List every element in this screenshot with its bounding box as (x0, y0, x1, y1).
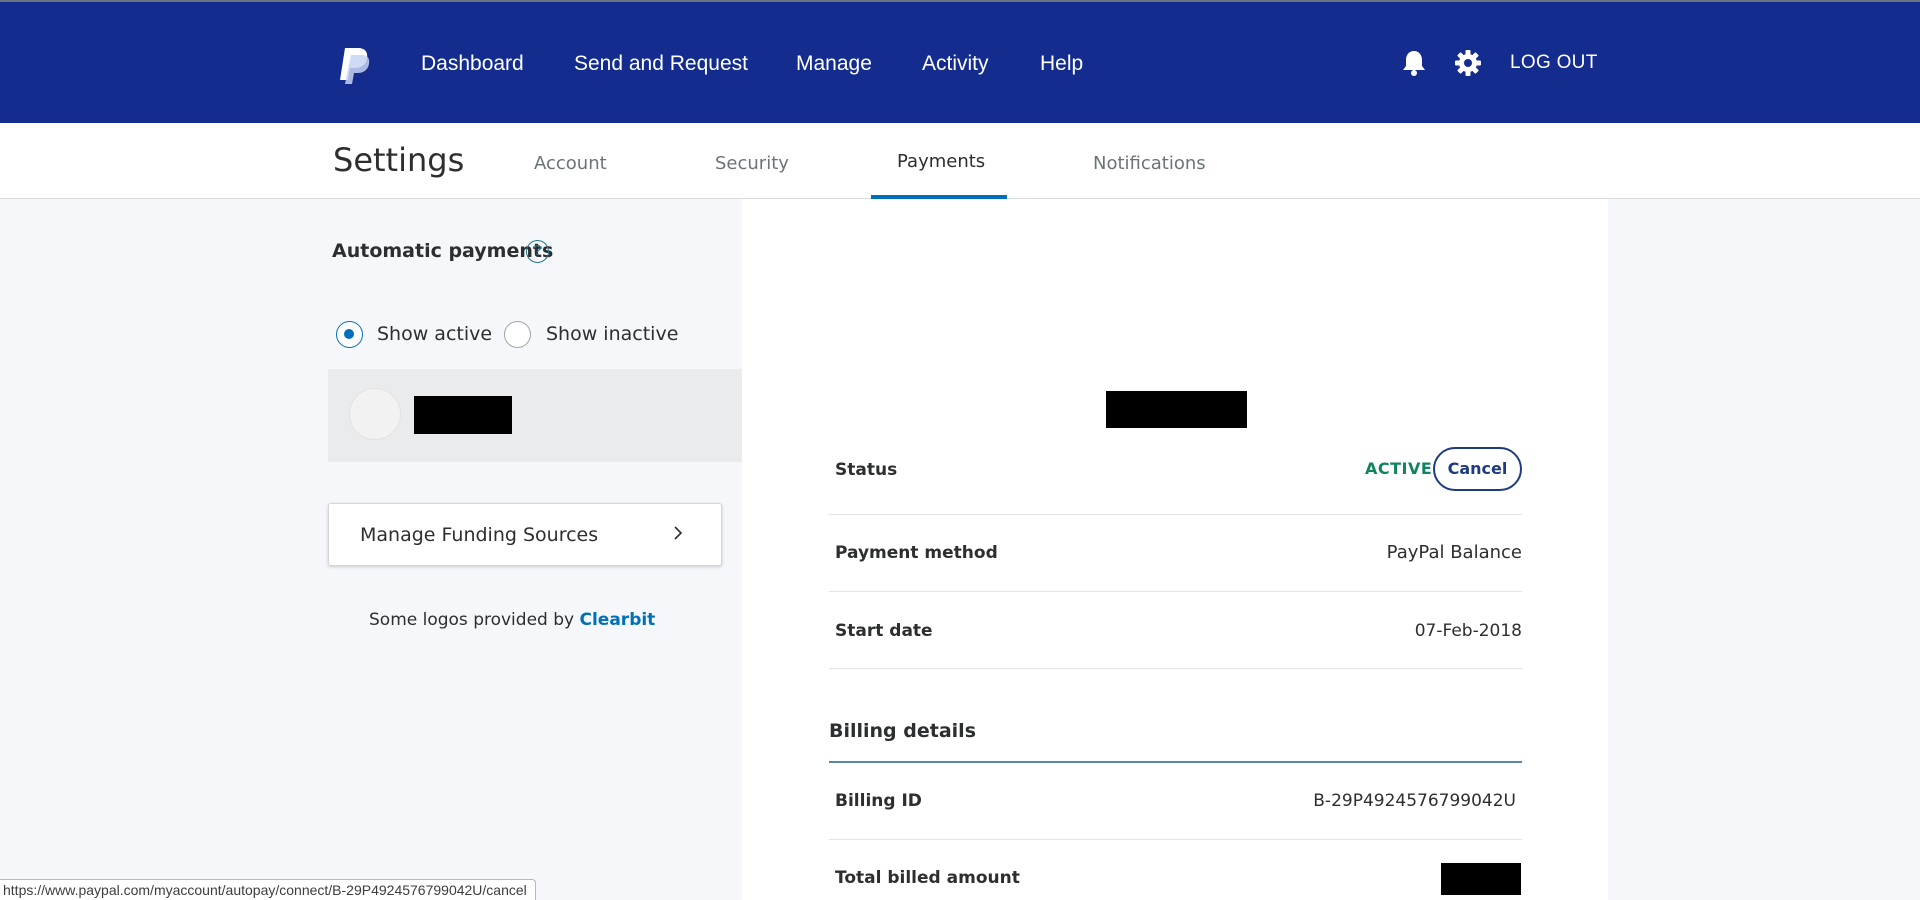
tab-payments[interactable]: Payments (897, 151, 985, 172)
show-active-radio[interactable] (336, 321, 363, 348)
nav-manage[interactable]: Manage (796, 50, 872, 78)
page-title: Settings (333, 141, 465, 179)
redacted-total-amount (1441, 863, 1521, 895)
merchant-logo (349, 388, 401, 440)
payment-method-value: PayPal Balance (1386, 542, 1522, 563)
billing-details-heading: Billing details (829, 720, 976, 742)
payment-method-row: Payment method PayPal Balance (829, 515, 1522, 592)
gear-icon[interactable] (1453, 48, 1483, 78)
show-inactive-label[interactable]: Show inactive (546, 323, 678, 345)
nav-send-and-request[interactable]: Send and Request (574, 50, 748, 78)
payment-method-label: Payment method (835, 543, 998, 563)
bell-icon[interactable] (1399, 48, 1429, 78)
browser-status-url: https://www.paypal.com/myaccount/autopay… (0, 879, 536, 900)
show-inactive-radio[interactable] (504, 321, 531, 348)
redacted-merchant-title (1106, 391, 1247, 428)
paypal-logo[interactable] (337, 46, 371, 86)
show-active-label[interactable]: Show active (377, 323, 492, 345)
billing-id-row: Billing ID B-29P4924576799042U (829, 763, 1522, 840)
chevron-right-icon (674, 526, 683, 540)
status-label: Status (835, 460, 898, 480)
logos-attribution-text: Some logos provided by (369, 610, 575, 630)
help-icon[interactable]: ? (526, 240, 549, 263)
status-badge: ACTIVE (1365, 459, 1433, 478)
nav-dashboard[interactable]: Dashboard (421, 50, 524, 78)
tab-notifications[interactable]: Notifications (1093, 153, 1206, 174)
start-date-row: Start date 07-Feb-2018 (829, 592, 1522, 669)
logout-link[interactable]: LOG OUT (1510, 52, 1598, 74)
billing-id-value: B-29P4924576799042U (1313, 791, 1516, 811)
redacted-merchant-name (414, 396, 512, 434)
clearbit-link[interactable]: Clearbit (580, 610, 656, 630)
logos-attribution: Some logos provided by Clearbit (369, 610, 655, 630)
tab-security[interactable]: Security (715, 153, 789, 174)
settings-subnav: Settings Account Security Payments Notif… (0, 123, 1920, 199)
cancel-button[interactable]: Cancel (1433, 447, 1522, 491)
top-nav-bar: Dashboard Send and Request Manage Activi… (0, 0, 1920, 123)
nav-help[interactable]: Help (1040, 50, 1083, 78)
automatic-payments-heading: Automatic payments (332, 240, 554, 262)
tab-account[interactable]: Account (534, 153, 607, 174)
nav-activity[interactable]: Activity (922, 50, 989, 78)
start-date-value: 07-Feb-2018 (1414, 621, 1522, 641)
manage-funding-sources-button[interactable]: Manage Funding Sources (328, 503, 722, 566)
billing-id-label: Billing ID (835, 791, 922, 811)
total-billed-row: Total billed amount (829, 840, 1522, 900)
total-billed-label: Total billed amount (835, 868, 1020, 888)
start-date-label: Start date (835, 621, 933, 641)
manage-funding-sources-label: Manage Funding Sources (360, 524, 599, 546)
